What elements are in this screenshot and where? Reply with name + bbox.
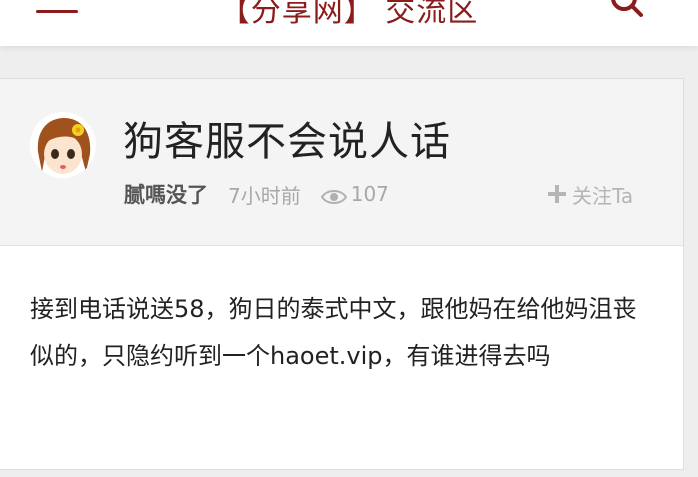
avatar[interactable] <box>30 112 96 178</box>
post-header: 狗客服不会说人话 腻嗎没了 7小时前 107 关注Ta <box>0 79 683 246</box>
post-meta: 腻嗎没了 7小时前 107 <box>124 179 389 209</box>
author-name[interactable]: 腻嗎没了 <box>124 179 208 209</box>
post-title: 狗客服不会说人话 <box>123 119 451 165</box>
eye-icon <box>320 186 347 204</box>
post-content: 接到电话说送58，狗日的泰式中文，跟他妈在给他妈沮丧似的，只隐约听到一个haoe… <box>30 295 637 370</box>
site-title: 【分享网】 交流区 <box>219 0 479 29</box>
post-time: 7小时前 <box>228 183 301 208</box>
top-navigation-bar: 【分享网】 交流区 <box>0 0 698 46</box>
view-count-value: 107 <box>350 182 389 206</box>
follow-button[interactable]: 关注Ta <box>548 179 633 209</box>
follow-label: 关注Ta <box>572 183 634 208</box>
page-bottom-strip <box>0 470 698 477</box>
search-icon[interactable] <box>610 0 644 18</box>
plus-icon <box>548 185 566 203</box>
view-count: 107 <box>320 182 389 206</box>
post-card: 狗客服不会说人话 腻嗎没了 7小时前 107 关注Ta 接到电话说送58，狗日的… <box>0 78 684 470</box>
